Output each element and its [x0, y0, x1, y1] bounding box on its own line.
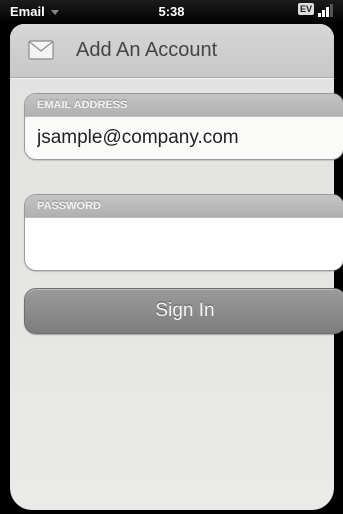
page-title: Add An Account [76, 39, 218, 61]
password-field-wrap [25, 217, 343, 270]
email-group: EMAIL ADDRESS [24, 93, 343, 160]
password-field[interactable] [25, 218, 343, 270]
email-field-wrap [25, 116, 343, 159]
password-group: PASSWORD [24, 194, 343, 271]
email-field[interactable] [25, 117, 343, 159]
email-label: EMAIL ADDRESS [25, 94, 343, 116]
status-indicators: EV [297, 3, 333, 17]
clock: 5:38 [158, 4, 185, 19]
signal-strength-icon [318, 3, 333, 17]
page-header: Add An Account [10, 24, 334, 78]
sign-in-button[interactable]: Sign In [24, 288, 343, 334]
password-label: PASSWORD [25, 195, 343, 217]
envelope-icon [28, 40, 54, 60]
device-screen: Email 5:38 EV Add An Account EMAIL ADDRE… [0, 0, 343, 514]
network-badge: EV [297, 3, 314, 15]
status-bar: Email 5:38 EV [0, 0, 343, 24]
